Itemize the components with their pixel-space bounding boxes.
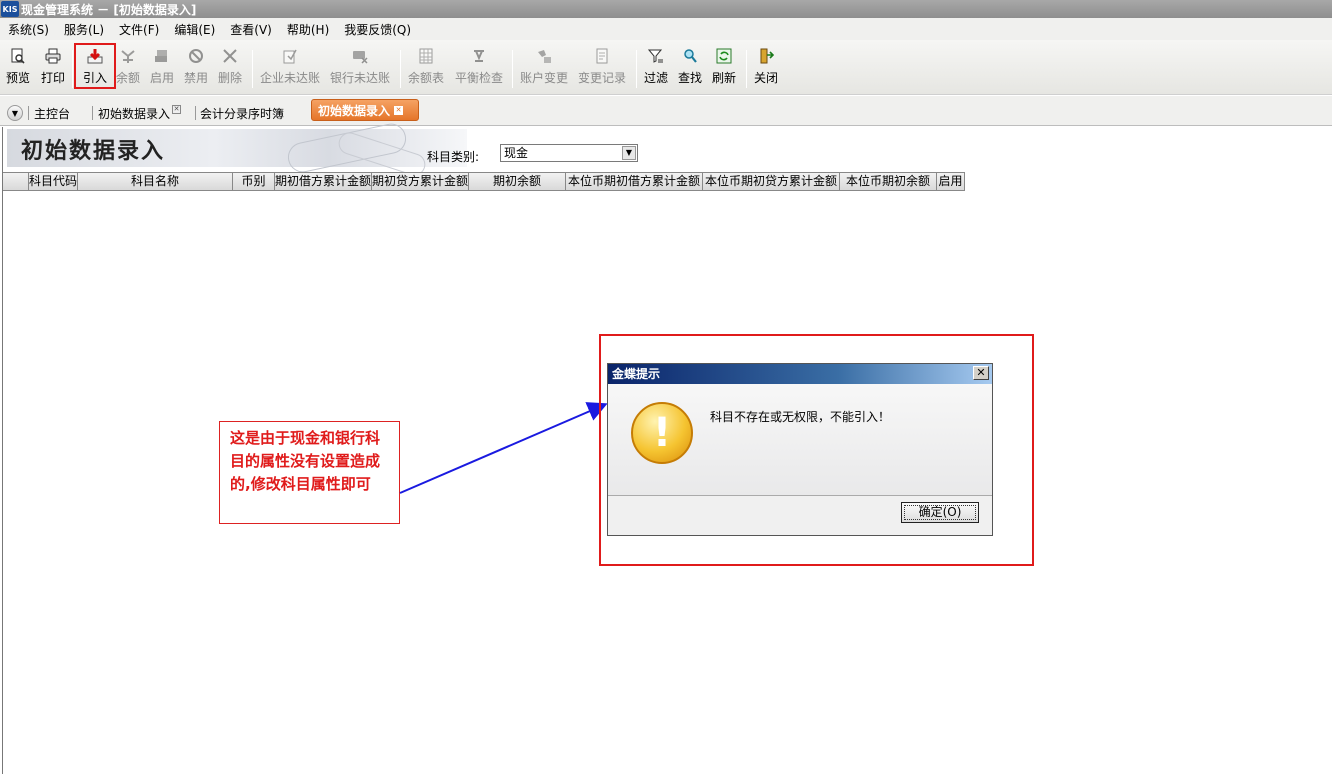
kingdee-alert-dialog: 金蝶提示 ✕ ! 科目不存在或无权限，不能引入！ 确定(O) (607, 363, 993, 536)
dialog-title: 金蝶提示 (612, 367, 661, 381)
warning-icon: ! (631, 402, 693, 464)
dialog-title-bar: 金蝶提示 ✕ (608, 364, 992, 384)
dialog-message: 科目不存在或无权限，不能引入！ (710, 410, 891, 424)
close-icon[interactable]: ✕ (973, 366, 989, 380)
dialog-body: ! 科目不存在或无权限，不能引入！ (608, 384, 992, 496)
ok-button[interactable]: 确定(O) (901, 502, 979, 523)
